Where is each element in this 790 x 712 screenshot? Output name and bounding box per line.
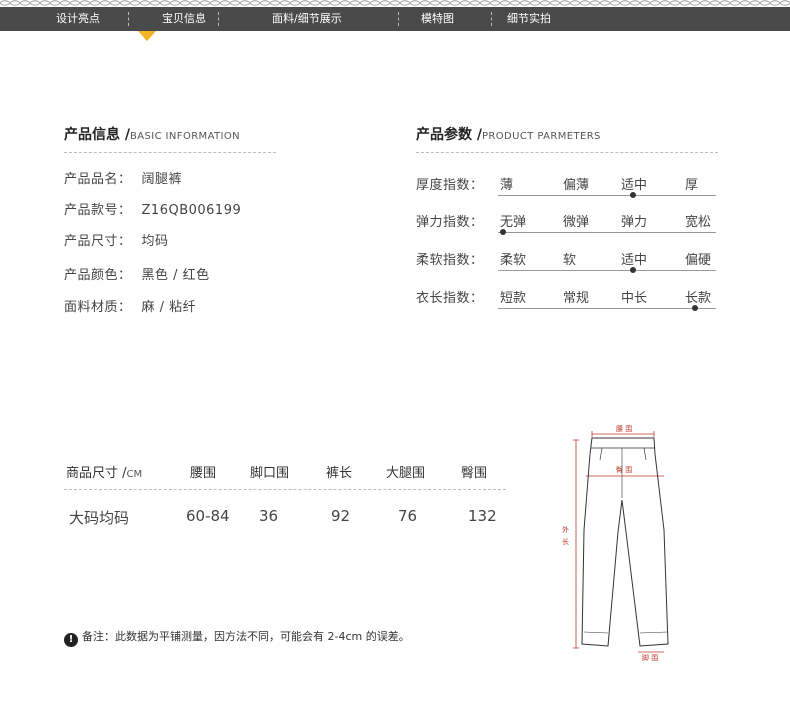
info-value: 阔腿裤 — [141, 172, 183, 187]
param-label: 厚度指数： — [416, 178, 484, 193]
top-decorative-border — [0, 0, 790, 6]
info-value: 麻 / 粘纤 — [141, 300, 197, 315]
param-option: 厚 — [685, 178, 699, 193]
size-cell-waist: 60-84 — [186, 507, 230, 525]
nav-bar: 设计亮点 宝贝信息 面料/细节展示 模特图 细节实拍 — [0, 7, 790, 31]
note-text: 备注：此数据为平铺测量，因方法不同，可能会有 2-4cm 的误差。 — [82, 630, 410, 643]
size-table-divider — [64, 489, 506, 490]
param-scale-line — [498, 232, 716, 233]
nav-separator — [491, 12, 492, 26]
product-params-subtitle: PRODUCT PARMETERS — [482, 131, 601, 142]
param-option: 短款 — [500, 291, 527, 306]
param-option: 常规 — [563, 291, 590, 306]
param-selected-dot-icon — [692, 305, 698, 311]
product-params-title: 产品参数 / — [416, 127, 482, 143]
size-col-waist: 腰围 — [190, 466, 217, 481]
param-selected-dot-icon — [630, 192, 636, 198]
param-label: 弹力指数： — [416, 215, 484, 230]
info-value: 黑色 / 红色 — [141, 268, 210, 283]
info-value: Z16QB006199 — [141, 203, 242, 218]
nav-separator — [128, 12, 129, 26]
size-row-name: 大码均码 — [69, 509, 130, 527]
waist-label: 腰 围 — [616, 425, 632, 433]
info-row-name: 产品品名： 阔腿裤 — [64, 172, 183, 187]
param-option: 适中 — [621, 253, 648, 268]
param-option: 中长 — [621, 291, 648, 306]
info-row-size: 产品尺寸： 均码 — [64, 234, 169, 249]
nav-tab-design-highlights[interactable]: 设计亮点 — [56, 7, 100, 31]
param-label: 衣长指数： — [416, 291, 484, 306]
length-label-2: 长 — [562, 537, 569, 546]
param-selected-dot-icon — [630, 267, 636, 273]
info-row-style-number: 产品款号： Z16QB006199 — [64, 203, 242, 218]
info-value: 均码 — [141, 234, 169, 249]
product-info-divider — [64, 152, 276, 153]
param-option: 弹力 — [621, 215, 648, 230]
param-scale-line — [498, 308, 716, 309]
param-option: 柔软 — [500, 253, 527, 268]
exclamation-icon: ! — [64, 633, 78, 647]
nav-separator — [218, 12, 219, 26]
product-info-heading: 产品信息 /BASIC INFORMATION — [64, 124, 240, 144]
param-label: 柔软指数： — [416, 253, 484, 268]
size-col-thigh: 大腿围 — [386, 466, 426, 481]
size-cell-hem: 36 — [259, 507, 279, 525]
param-option: 偏薄 — [563, 178, 590, 193]
product-params-divider — [416, 152, 718, 153]
active-tab-pointer-icon — [138, 31, 156, 41]
nav-tab-model-photos[interactable]: 模特图 — [421, 7, 454, 31]
nav-tab-detail-photos[interactable]: 细节实拍 — [507, 7, 551, 31]
param-option: 长款 — [685, 291, 712, 306]
size-table-header-label: 商品尺寸 /CM — [66, 466, 143, 481]
param-scale-line — [498, 195, 716, 196]
param-option: 微弹 — [563, 215, 590, 230]
param-option: 宽松 — [685, 215, 712, 230]
nav-tab-fabric-details[interactable]: 面料/细节展示 — [272, 7, 342, 31]
size-cell-length: 92 — [331, 507, 351, 525]
hip-label: 臀 围 — [616, 466, 632, 474]
product-info-title: 产品信息 / — [64, 127, 130, 143]
size-col-hem: 脚口围 — [250, 466, 290, 481]
param-option: 软 — [563, 253, 577, 268]
param-selected-dot-icon — [500, 229, 506, 235]
hem-label: 脚 围 — [642, 653, 658, 662]
size-unit: CM — [126, 469, 143, 480]
param-scale-line — [498, 270, 716, 271]
size-cell-thigh: 76 — [398, 507, 418, 525]
info-row-color: 产品颜色： 黑色 / 红色 — [64, 268, 210, 283]
info-row-material: 面料材质：麻 / 粘纤 — [64, 300, 197, 315]
length-label-1: 外 — [562, 525, 569, 534]
nav-tab-product-info[interactable]: 宝贝信息 — [162, 7, 206, 31]
size-col-hip: 臀围 — [461, 466, 488, 481]
size-col-length: 裤长 — [326, 466, 353, 481]
measurement-note: ! 备注：此数据为平铺测量，因方法不同，可能会有 2-4cm 的误差。 — [64, 628, 410, 647]
product-params-heading: 产品参数 /PRODUCT PARMETERS — [416, 124, 601, 144]
param-option: 适中 — [621, 178, 648, 193]
product-info-subtitle: BASIC INFORMATION — [130, 131, 241, 142]
size-cell-hip: 132 — [468, 507, 497, 525]
param-option: 无弹 — [500, 215, 527, 230]
nav-separator — [398, 12, 399, 26]
pants-measurement-diagram: 腰 围 臀 围 外 长 脚 围 — [562, 425, 669, 662]
param-option: 薄 — [500, 178, 514, 193]
param-option: 偏硬 — [685, 253, 712, 268]
